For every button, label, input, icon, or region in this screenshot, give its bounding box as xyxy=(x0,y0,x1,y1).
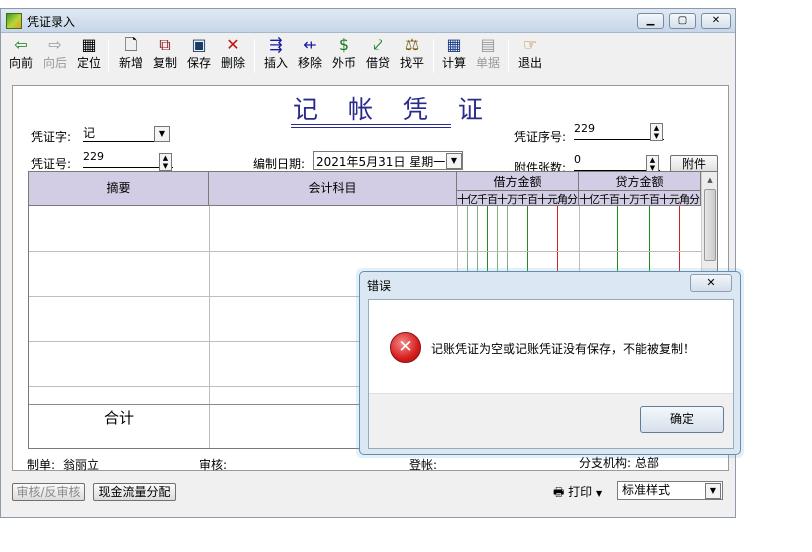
exit-icon: ☞ xyxy=(522,35,538,54)
save-button[interactable]: ▣ 保存 xyxy=(182,35,216,77)
voucher-type-value: 记 xyxy=(83,126,96,140)
back-button[interactable]: ⇦ 向前 xyxy=(4,35,38,77)
print-label: 打印 xyxy=(568,485,593,499)
debit-credit-icon: ⤦ xyxy=(373,35,383,54)
attachment-count-value: 0 xyxy=(574,153,581,166)
dialog-body: ✕ 记账凭证为空或记账凭证没有保存，不能被复制！ 确定 xyxy=(368,299,734,449)
voucher-type-label: 凭证字: xyxy=(31,130,72,144)
dialog-message: 记账凭证为空或记账凭证没有保存，不能被复制！ xyxy=(431,342,696,356)
dialog-close-button[interactable]: ✕ xyxy=(690,274,732,292)
seq-spinner[interactable]: ▲ ▼ xyxy=(650,123,663,141)
foreign-currency-button[interactable]: $ 外币 xyxy=(327,35,361,77)
minimize-button[interactable]: ▁ xyxy=(637,13,664,29)
toolbar-separator xyxy=(254,39,255,73)
copy-icon: ⧉ xyxy=(159,35,171,54)
delete-icon: ✕ xyxy=(226,35,240,54)
title-underline xyxy=(291,124,451,125)
calculator-icon: ▦ xyxy=(446,35,462,54)
document-button[interactable]: ▤ 单据 xyxy=(471,35,505,77)
locate-icon: ▦ xyxy=(81,35,97,54)
error-dialog: 错误 ✕ ✕ 记账凭证为空或记账凭证没有保存，不能被复制！ 确定 xyxy=(359,271,741,455)
title-underline xyxy=(291,127,451,128)
column-divider xyxy=(209,206,210,448)
error-icon: ✕ xyxy=(390,332,421,363)
toolbar-separator xyxy=(508,39,509,73)
save-icon: ▣ xyxy=(191,35,207,54)
auditor-label: 审核: xyxy=(199,458,228,472)
print-style-value: 标准样式 xyxy=(622,483,671,497)
forward-arrow-icon: ⇨ xyxy=(48,35,62,54)
voucher-seq-label: 凭证序号: xyxy=(514,130,567,144)
new-document-icon: 🗋 xyxy=(124,35,138,54)
exit-button[interactable]: ☞ 退出 xyxy=(513,35,547,77)
cashflow-allocation-button[interactable]: 现金流量分配 xyxy=(93,483,176,501)
credit-units: 十亿千百十万千百十元角分 xyxy=(579,190,700,206)
credit-title: 贷方金额 xyxy=(615,175,664,189)
dialog-footer: 确定 xyxy=(369,393,733,448)
window-title: 凭证录入 xyxy=(27,15,76,29)
back-arrow-icon: ⇦ xyxy=(14,35,28,54)
ok-button[interactable]: 确定 xyxy=(640,406,724,433)
debit-title: 借方金额 xyxy=(493,175,542,189)
total-label: 合计 xyxy=(103,409,134,427)
toolbar: ⇦ 向前 ⇨ 向后 ▦ 定位 🗋 新增 ⧉ 复制 ▣ 保存 ✕ 删除 ⇶ 插入 … xyxy=(1,33,735,79)
printer-icon: 🖶 xyxy=(553,485,565,499)
toolbar-separator xyxy=(108,39,109,73)
print-dropdown-icon: ▼ xyxy=(596,489,603,498)
insert-row-icon: ⇶ xyxy=(269,35,283,54)
chevron-down-icon[interactable]: ▼ xyxy=(154,126,170,142)
audit-toggle-button[interactable]: 审核/反审核 xyxy=(12,483,85,501)
col-header-summary: 摘要 xyxy=(29,172,209,206)
date-picker[interactable]: 2021年5月31日 星期一 xyxy=(313,151,463,170)
copy-button[interactable]: ⧉ 复制 xyxy=(148,35,182,77)
voucher-number-label: 凭证号: xyxy=(31,157,72,171)
col-header-account: 会计科目 xyxy=(209,172,457,206)
voucher-title: 记 帐 凭 证 xyxy=(293,95,494,124)
maker-label: 制单: xyxy=(27,458,56,472)
balance-button[interactable]: ⚖ 找平 xyxy=(395,35,429,77)
voucher-seq-value: 229 xyxy=(574,122,595,135)
voucher-number-value: 229 xyxy=(83,150,104,163)
print-style-dropdown-icon[interactable]: ▼ xyxy=(705,483,721,499)
debit-credit-button[interactable]: ⤦ 借贷 xyxy=(361,35,395,77)
scroll-up-icon[interactable]: ▲ xyxy=(702,172,717,189)
balance-icon: ⚖ xyxy=(404,35,420,54)
app-logo-icon xyxy=(6,13,22,29)
new-button[interactable]: 🗋 新增 xyxy=(114,35,148,77)
forward-button[interactable]: ⇨ 向后 xyxy=(38,35,72,77)
maximize-button[interactable]: ▢ xyxy=(669,13,696,29)
remove-button[interactable]: ⇷ 移除 xyxy=(293,35,327,77)
locate-button[interactable]: ▦ 定位 xyxy=(72,35,106,77)
foreign-currency-icon: $ xyxy=(338,35,350,54)
scroll-thumb[interactable] xyxy=(704,189,716,261)
row-divider xyxy=(29,251,701,252)
toolbar-separator xyxy=(433,39,434,73)
insert-button[interactable]: ⇶ 插入 xyxy=(259,35,293,77)
date-value: 2021年5月31日 星期一 xyxy=(316,155,446,169)
dialog-title: 错误 xyxy=(367,279,392,293)
print-button[interactable]: 🖶 打印 ▼ xyxy=(553,483,602,501)
close-window-button[interactable]: ✕ xyxy=(701,13,731,29)
title-bar: 凭证录入 ▁ ▢ ✕ xyxy=(1,9,735,33)
date-label: 编制日期: xyxy=(253,157,306,171)
poster-label: 登帐: xyxy=(409,458,438,472)
debit-units: 十亿千百十万千百十元角分 xyxy=(457,190,578,206)
remove-row-icon: ⇷ xyxy=(303,35,317,54)
col-header-credit: 贷方金额 十亿千百十万千百十元角分 xyxy=(579,172,701,206)
calculate-button[interactable]: ▦ 计算 xyxy=(437,35,471,77)
delete-button[interactable]: ✕ 删除 xyxy=(216,35,250,77)
document-list-icon: ▤ xyxy=(480,35,496,54)
number-spinner[interactable]: ▲ ▼ xyxy=(159,153,172,171)
maker-value: 翁丽立 xyxy=(63,458,100,472)
col-header-debit: 借方金额 十亿千百十万千百十元角分 xyxy=(457,172,579,206)
calendar-dropdown-icon[interactable]: ▼ xyxy=(446,153,462,169)
